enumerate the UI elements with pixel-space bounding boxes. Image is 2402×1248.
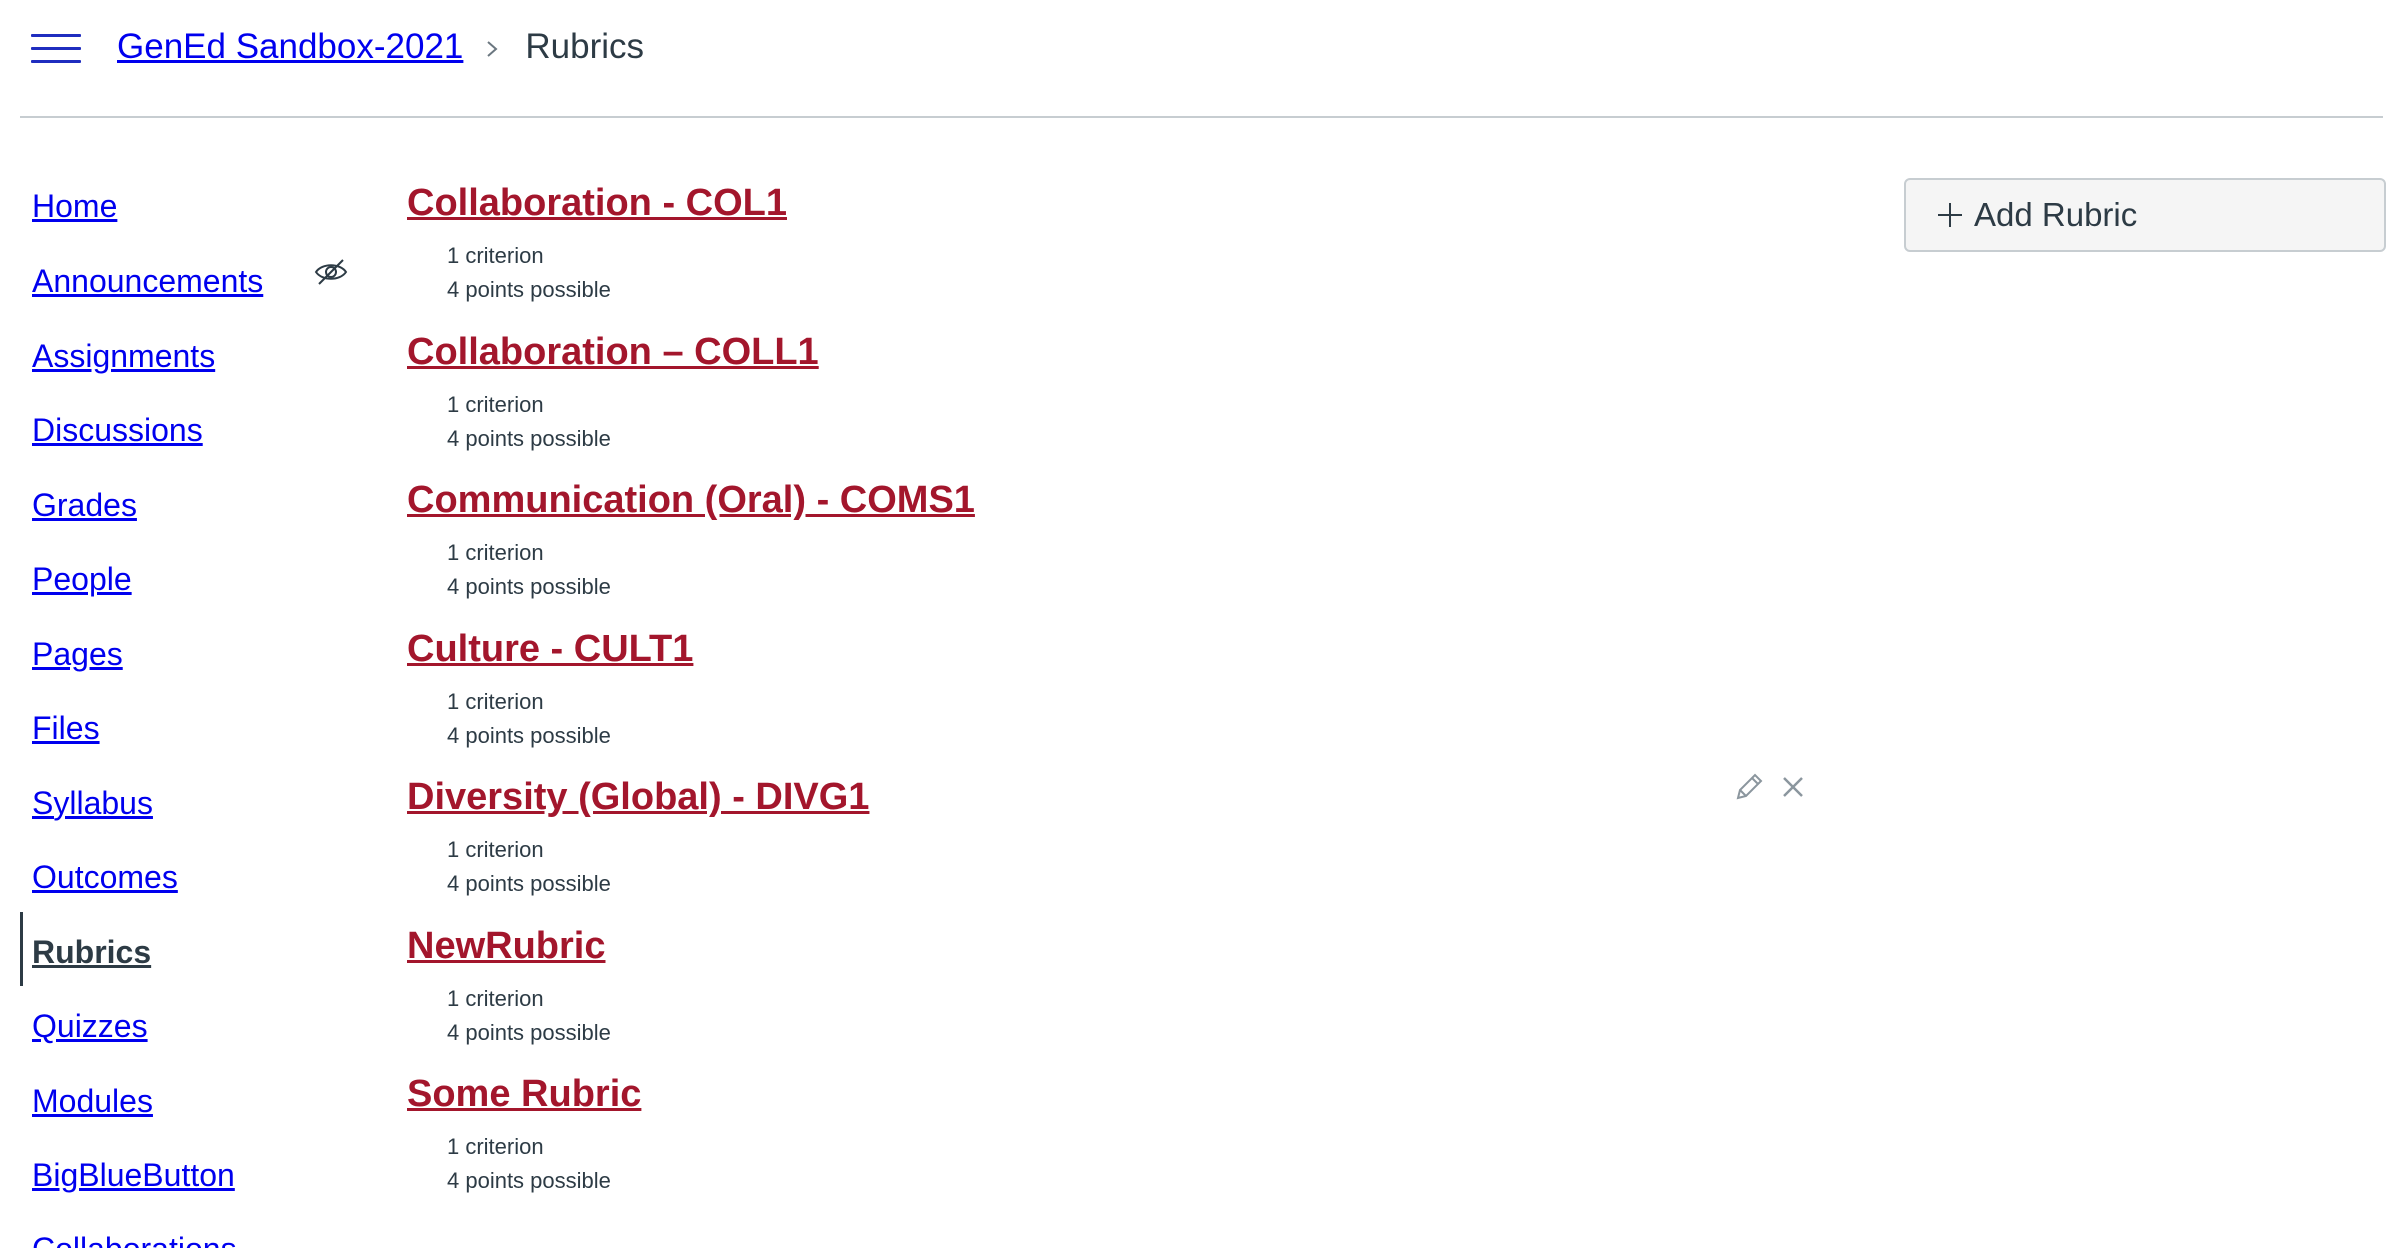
sidebar-item-collaborations[interactable]: Collaborations [32, 1224, 237, 1248]
sidebar-item-files[interactable]: Files [32, 703, 100, 753]
sidebar-item-home[interactable]: Home [32, 181, 117, 231]
hamburger-menu-icon[interactable] [31, 34, 81, 64]
sidebar-item-people[interactable]: People [32, 554, 132, 604]
breadcrumb: GenEd Sandbox-2021 Rubrics [117, 22, 644, 72]
rubric-title-link[interactable]: Communication (Oral) - COMS1 [407, 477, 975, 523]
rubric-points-possible: 4 points possible [447, 1168, 611, 1193]
rubric-title-link[interactable]: NewRubric [407, 923, 605, 969]
breadcrumb-current: Rubrics [525, 27, 645, 66]
sidebar-item-bigbluebutton[interactable]: BigBlueButton [32, 1150, 235, 1200]
rubric-title-link[interactable]: Diversity (Global) - DIVG1 [407, 774, 869, 820]
pencil-icon[interactable] [1732, 770, 1766, 804]
rubric-points-possible: 4 points possible [447, 1020, 611, 1045]
sidebar-item-discussions[interactable]: Discussions [32, 405, 203, 455]
rubrics-page: GenEd Sandbox-2021 Rubrics Home Announce… [0, 0, 2402, 1248]
rubric-title-link[interactable]: Collaboration – COLL1 [407, 329, 819, 375]
active-indicator [20, 912, 23, 986]
rubric-item: Collaboration - COL1 1 criterion 4 point… [407, 180, 1807, 310]
rubric-criteria-count: 1 criterion [447, 837, 544, 862]
eye-slash-icon[interactable] [313, 257, 349, 287]
sidebar-item-pages[interactable]: Pages [32, 629, 123, 679]
plus-icon [1938, 203, 1962, 227]
add-rubric-label: Add Rubric [1974, 196, 2138, 233]
add-rubric-button[interactable]: Add Rubric [1904, 178, 2386, 252]
rubric-criteria-count: 1 criterion [447, 243, 544, 268]
rubric-row-actions [1732, 770, 1810, 804]
breadcrumb-course-link[interactable]: GenEd Sandbox-2021 [117, 27, 463, 67]
rubric-item: Communication (Oral) - COMS1 1 criterion… [407, 477, 1807, 607]
sidebar-item-outcomes[interactable]: Outcomes [32, 852, 178, 902]
sidebar-item-assignments[interactable]: Assignments [32, 331, 215, 381]
chevron-right-icon [487, 41, 498, 57]
rubric-item: Collaboration – COLL1 1 criterion 4 poin… [407, 329, 1807, 459]
sidebar-item-announcements[interactable]: Announcements [32, 256, 263, 306]
rubric-points-possible: 4 points possible [447, 426, 611, 451]
rubric-item: NewRubric 1 criterion 4 points possible [407, 923, 1807, 1053]
sidebar-item-rubrics[interactable]: Rubrics [32, 927, 151, 977]
rubric-title-link[interactable]: Culture - CULT1 [407, 626, 693, 672]
rubric-item: Some Rubric 1 criterion 4 points possibl… [407, 1071, 1807, 1201]
rubric-criteria-count: 1 criterion [447, 540, 544, 565]
rubric-criteria-count: 1 criterion [447, 689, 544, 714]
rubric-criteria-count: 1 criterion [447, 986, 544, 1011]
sidebar-item-syllabus[interactable]: Syllabus [32, 778, 153, 828]
rubric-points-possible: 4 points possible [447, 723, 611, 748]
rubric-item: Culture - CULT1 1 criterion 4 points pos… [407, 626, 1807, 756]
sidebar-item-quizzes[interactable]: Quizzes [32, 1001, 148, 1051]
rubric-title-link[interactable]: Some Rubric [407, 1071, 641, 1117]
rubric-criteria-count: 1 criterion [447, 1134, 544, 1159]
header-divider [20, 116, 2383, 118]
rubric-points-possible: 4 points possible [447, 277, 611, 302]
sidebar-item-grades[interactable]: Grades [32, 480, 137, 530]
rubric-title-link[interactable]: Collaboration - COL1 [407, 180, 787, 226]
rubric-item: Diversity (Global) - DIVG1 1 criterion 4… [407, 774, 1807, 904]
close-icon[interactable] [1776, 770, 1810, 804]
rubric-points-possible: 4 points possible [447, 871, 611, 896]
rubric-criteria-count: 1 criterion [447, 392, 544, 417]
sidebar-item-modules[interactable]: Modules [32, 1076, 153, 1126]
rubric-points-possible: 4 points possible [447, 574, 611, 599]
